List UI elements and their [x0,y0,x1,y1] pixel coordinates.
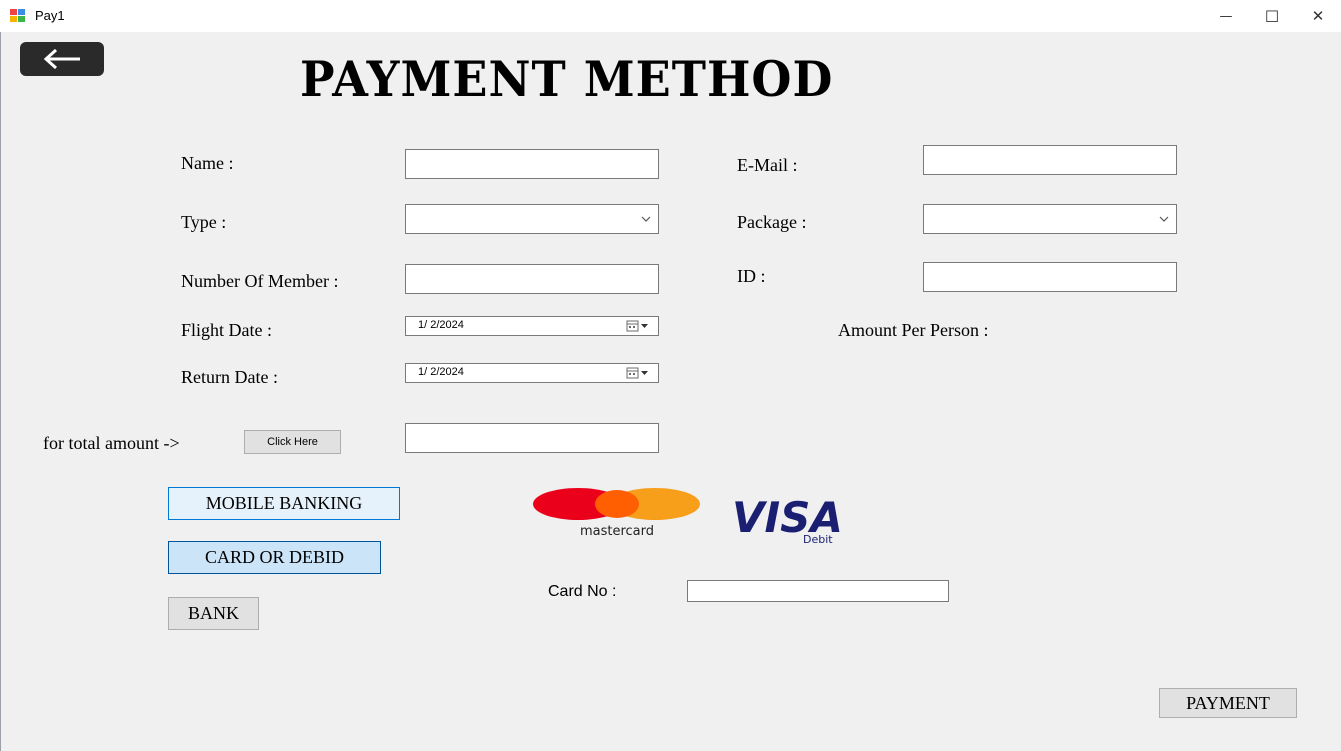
card-or-debit-button[interactable]: CARD OR DEBID [168,541,381,574]
package-select[interactable] [923,204,1177,234]
total-amount-label: for total amount -> [43,433,180,453]
members-input[interactable] [405,264,659,294]
back-button[interactable] [20,42,104,76]
type-select[interactable] [405,204,659,234]
members-label: Number Of Member : [181,271,339,291]
visa-debit-text: Debit [803,533,833,546]
calendar-icon[interactable] [626,320,650,332]
minimize-button[interactable]: — [1203,0,1249,32]
chevron-down-icon [641,216,651,222]
bank-button[interactable]: BANK [168,597,259,630]
page-title: PAYMENT METHOD [300,50,834,108]
name-label: Name : [181,153,234,173]
app-icon [10,9,25,22]
id-input[interactable] [923,262,1177,292]
mastercard-logo: mastercard [533,488,700,538]
click-here-button[interactable]: Click Here [244,430,341,454]
package-label: Package : [737,212,807,232]
window-titlebar: Pay1 — ☐ ✕ [0,0,1341,32]
return-date-label: Return Date : [181,367,278,387]
window-border [0,32,1,751]
close-button[interactable]: ✕ [1295,0,1341,32]
maximize-button[interactable]: ☐ [1249,0,1295,32]
chevron-down-icon [1159,216,1169,222]
amount-per-person-label: Amount Per Person : [838,320,989,340]
card-number-input[interactable] [687,580,949,602]
flight-date-value: 1/ 2/2024 [418,319,464,331]
mastercard-text: mastercard [580,524,654,538]
name-input[interactable] [405,149,659,179]
card-number-label: Card No : [548,583,617,600]
payment-button[interactable]: PAYMENT [1159,688,1297,718]
window-title: Pay1 [35,8,65,23]
id-label: ID : [737,266,766,286]
flight-date-picker[interactable]: 1/ 2/2024 [405,316,659,336]
visa-debit-logo: VISA Debit [732,494,843,546]
email-label: E-Mail : [737,155,798,175]
return-date-picker[interactable]: 1/ 2/2024 [405,363,659,383]
email-input[interactable] [923,145,1177,175]
arrow-left-icon [43,49,80,69]
return-date-value: 1/ 2/2024 [418,366,464,378]
total-amount-input[interactable] [405,423,659,453]
type-label: Type : [181,212,227,232]
mobile-banking-button[interactable]: MOBILE BANKING [168,487,400,520]
flight-date-label: Flight Date : [181,320,272,340]
calendar-icon[interactable] [626,367,650,379]
